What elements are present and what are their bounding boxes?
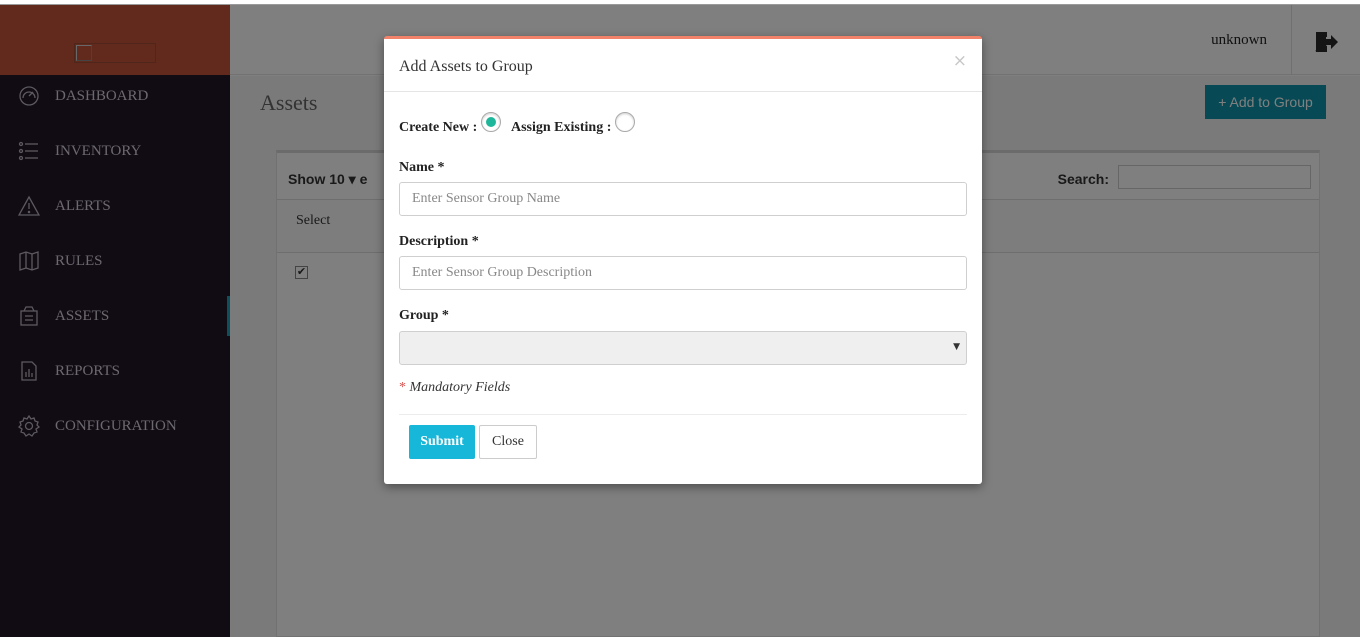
chevron-down-icon: ▼ bbox=[953, 342, 960, 352]
mandatory-star: * bbox=[399, 380, 406, 395]
mandatory-text: Mandatory Fields bbox=[406, 380, 511, 395]
group-label: Group * bbox=[399, 308, 449, 323]
close-button[interactable]: Close bbox=[479, 425, 537, 459]
create-new-radio[interactable] bbox=[481, 112, 501, 132]
description-label: Description * bbox=[399, 234, 479, 249]
footer-divider bbox=[399, 414, 967, 415]
group-select[interactable]: ▼ bbox=[399, 331, 967, 365]
group-description-input[interactable] bbox=[399, 256, 967, 290]
group-name-input[interactable] bbox=[399, 182, 967, 216]
modal-divider bbox=[384, 91, 982, 92]
close-icon[interactable]: × bbox=[953, 51, 967, 71]
create-new-label: Create New : bbox=[399, 120, 478, 135]
submit-button[interactable]: Submit bbox=[409, 425, 475, 459]
assign-existing-label: Assign Existing : bbox=[511, 120, 612, 135]
add-assets-modal: Add Assets to Group × Create New : Assig… bbox=[384, 36, 982, 484]
mandatory-note: * Mandatory Fields bbox=[399, 380, 510, 396]
modal-title: Add Assets to Group bbox=[399, 58, 533, 75]
name-label: Name * bbox=[399, 160, 445, 175]
assign-existing-radio[interactable] bbox=[615, 112, 635, 132]
